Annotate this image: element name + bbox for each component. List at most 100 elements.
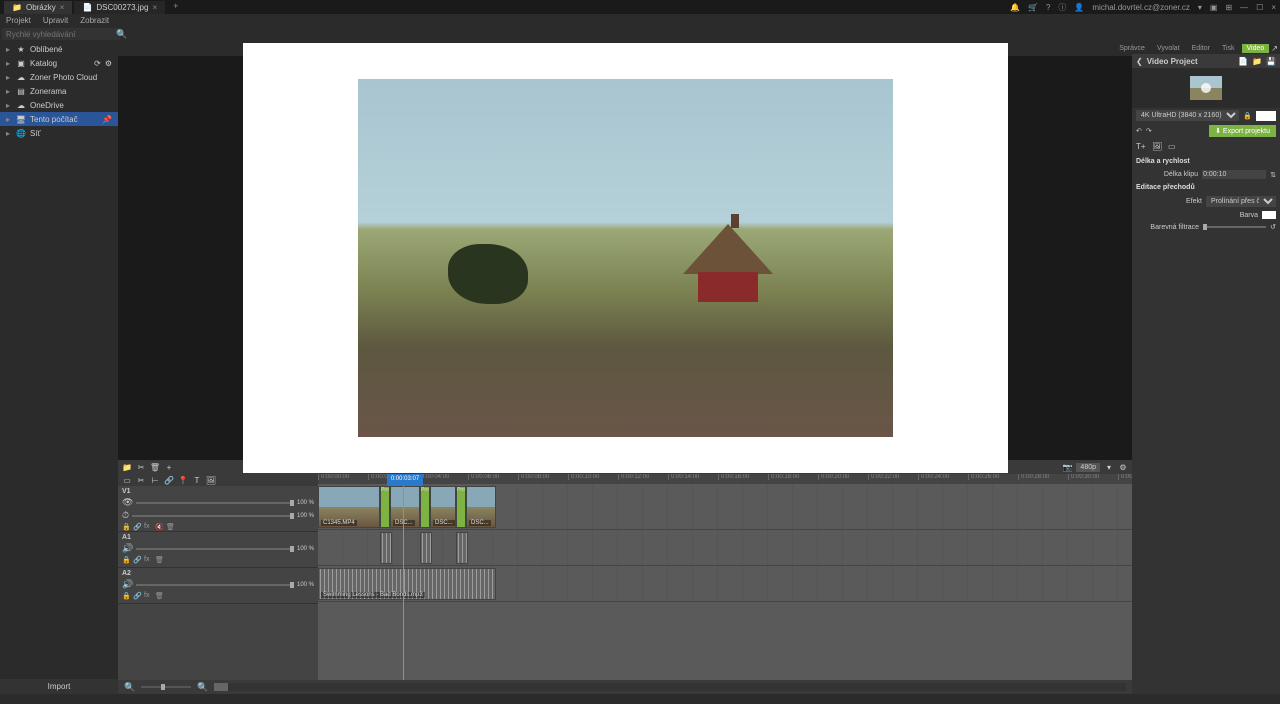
undo-icon[interactable]: ↶ (1136, 127, 1142, 135)
dropdown-icon[interactable]: ▾ (1198, 3, 1202, 12)
cut-tool-icon[interactable]: ✂ (136, 475, 146, 485)
transition-clip[interactable]: Pro (380, 486, 390, 528)
text-icon[interactable]: T (192, 475, 202, 485)
color-box[interactable] (1256, 111, 1276, 121)
video-clip[interactable]: DSC... (466, 486, 496, 528)
text-tool-icon[interactable]: T+ (1136, 142, 1146, 152)
shape-tool-icon[interactable]: ▭ (1168, 142, 1178, 152)
image-tool-icon[interactable]: 🖼 (1152, 142, 1162, 152)
delete-icon[interactable]: 🗑 (155, 556, 163, 564)
playhead[interactable]: 0:00:03:07 (403, 474, 404, 680)
mode-editor[interactable]: Editor (1187, 44, 1215, 53)
timeline-scrollbar[interactable] (214, 683, 1126, 691)
import-button[interactable]: Import (0, 679, 118, 694)
back-icon[interactable]: ❮ (1136, 57, 1143, 66)
delete-icon[interactable]: 🗑 (155, 592, 163, 600)
tracks-area[interactable]: 0:00:00:00 0:00:02:00 0:00:04:00 0:00:06… (318, 474, 1132, 680)
help-icon[interactable]: ? (1046, 3, 1050, 12)
mode-video[interactable]: Video (1242, 44, 1270, 53)
marker-icon[interactable]: 📍 (178, 475, 188, 485)
tree-item-catalog[interactable]: ▸ ▣ Katalog ⟳ ⚙ (0, 56, 118, 70)
link-icon[interactable]: 🔗 (133, 523, 141, 531)
lock-icon[interactable]: 🔒 (1243, 112, 1252, 120)
settings-icon[interactable]: ⚙ (1118, 462, 1128, 472)
video-clip[interactable]: DSC... (390, 486, 420, 528)
cart-icon[interactable]: 🛒 (1028, 3, 1038, 12)
menu-view[interactable]: Zobrazit (80, 16, 109, 25)
tree-item-this-pc[interactable]: ▸ 🖥 Tento počítač 📌 (0, 112, 118, 126)
layout-icon[interactable]: ▣ (1210, 3, 1218, 12)
tree-item-zonerama[interactable]: ▸ ▤ Zonerama (0, 84, 118, 98)
fx-icon[interactable]: fx (144, 592, 152, 600)
mode-manager[interactable]: Správce (1114, 44, 1150, 53)
eye-icon[interactable]: 👁 (122, 497, 133, 508)
close-window-icon[interactable]: × (1271, 3, 1276, 12)
chevron-down-icon[interactable]: ▾ (1104, 462, 1114, 472)
speed-icon[interactable]: ⏱ (122, 510, 129, 521)
menu-project[interactable]: Projekt (6, 16, 31, 25)
volume-slider[interactable] (136, 548, 294, 550)
folder-icon[interactable]: 📁 (122, 462, 132, 472)
reset-icon[interactable]: ↺ (1270, 223, 1276, 231)
mute-icon[interactable]: 🔇 (155, 523, 163, 531)
speed-slider[interactable] (132, 515, 294, 517)
image-icon[interactable]: 🖼 (206, 475, 216, 485)
tree-item-favorites[interactable]: ▸ ★ Oblíbené (0, 42, 118, 56)
search-icon[interactable]: 🔍 (116, 29, 127, 40)
video-clip[interactable]: C1345.MP4 (318, 486, 380, 528)
length-input[interactable] (1202, 170, 1266, 179)
timeline-ruler[interactable]: 0:00:00:00 0:00:02:00 0:00:04:00 0:00:06… (318, 474, 1132, 484)
audio-clip[interactable]: Swimming Lessons - Bad Bonds.mp3 (318, 568, 496, 600)
audio-clip[interactable] (420, 532, 432, 564)
pin-icon[interactable]: 📌 (102, 115, 112, 124)
minimize-icon[interactable]: — (1240, 3, 1248, 12)
refresh-icon[interactable]: ⟳ (94, 59, 101, 68)
select-tool-icon[interactable]: ▭ (122, 475, 132, 485)
mode-develop[interactable]: Vyvolat (1152, 44, 1185, 53)
lock-icon[interactable]: 🔒 (122, 592, 130, 600)
transition-clip[interactable]: Pro (420, 486, 430, 528)
save-icon[interactable]: 💾 (1266, 57, 1276, 66)
speaker-icon[interactable]: 🔊 (122, 579, 133, 590)
fx-icon[interactable]: fx (144, 556, 152, 564)
timeline-zoom-slider[interactable] (141, 686, 191, 688)
delete-icon[interactable]: 🗑 (166, 523, 174, 531)
cut-icon[interactable]: ✂ (136, 462, 146, 472)
track-a1[interactable] (318, 530, 1132, 566)
export-button[interactable]: ⬇ Export projektu (1209, 125, 1276, 137)
camera-icon[interactable]: 📷 (1062, 462, 1072, 472)
video-clip[interactable]: DSC... (430, 486, 456, 528)
snap-icon[interactable]: ⊢ (150, 475, 160, 485)
tab-images[interactable]: 📁 Obrázky × (4, 1, 72, 14)
fx-icon[interactable]: fx (144, 523, 152, 531)
menu-edit[interactable]: Upravit (43, 16, 68, 25)
mode-print[interactable]: Tisk (1217, 44, 1240, 53)
new-icon[interactable]: 📄 (1238, 57, 1248, 66)
zoom-in-icon[interactable]: 🔍 (197, 682, 208, 693)
resolution-badge[interactable]: 480p (1076, 463, 1100, 472)
opacity-slider[interactable] (136, 502, 294, 504)
volume-slider[interactable] (136, 584, 294, 586)
transition-clip[interactable]: Pro (456, 486, 466, 528)
close-icon[interactable]: × (152, 3, 157, 12)
add-icon[interactable]: + (164, 462, 174, 472)
track-v1[interactable]: C1345.MP4 Pro DSC... Pro DSC... Pro DSC.… (318, 484, 1132, 530)
tree-item-zoner-cloud[interactable]: ▸ ☁ Zoner Photo Cloud (0, 70, 118, 84)
link-icon[interactable]: 🔗 (133, 592, 141, 600)
bell-icon[interactable]: 🔔 (1010, 3, 1020, 12)
scrollbar-thumb[interactable] (214, 683, 228, 691)
grid-icon[interactable]: ⊞ (1225, 3, 1232, 12)
lock-icon[interactable]: 🔒 (122, 556, 130, 564)
speaker-icon[interactable]: 🔊 (122, 543, 133, 554)
track-a2[interactable]: Swimming Lessons - Bad Bonds.mp3 (318, 566, 1132, 602)
open-icon[interactable]: 📁 (1252, 57, 1262, 66)
link-icon[interactable]: 🔗 (164, 475, 174, 485)
tab-file[interactable]: 📄 DSC00273.jpg × (74, 1, 165, 14)
lock-icon[interactable]: 🔒 (122, 523, 130, 531)
maximize-icon[interactable]: ☐ (1256, 3, 1263, 12)
curve-slider[interactable] (1203, 226, 1266, 228)
tree-item-onedrive[interactable]: ▸ ☁ OneDrive (0, 98, 118, 112)
resolution-select[interactable]: 4K UltraHD (3840 x 2160) (1136, 110, 1239, 121)
audio-clip[interactable] (456, 532, 468, 564)
delete-icon[interactable]: 🗑 (150, 462, 160, 472)
